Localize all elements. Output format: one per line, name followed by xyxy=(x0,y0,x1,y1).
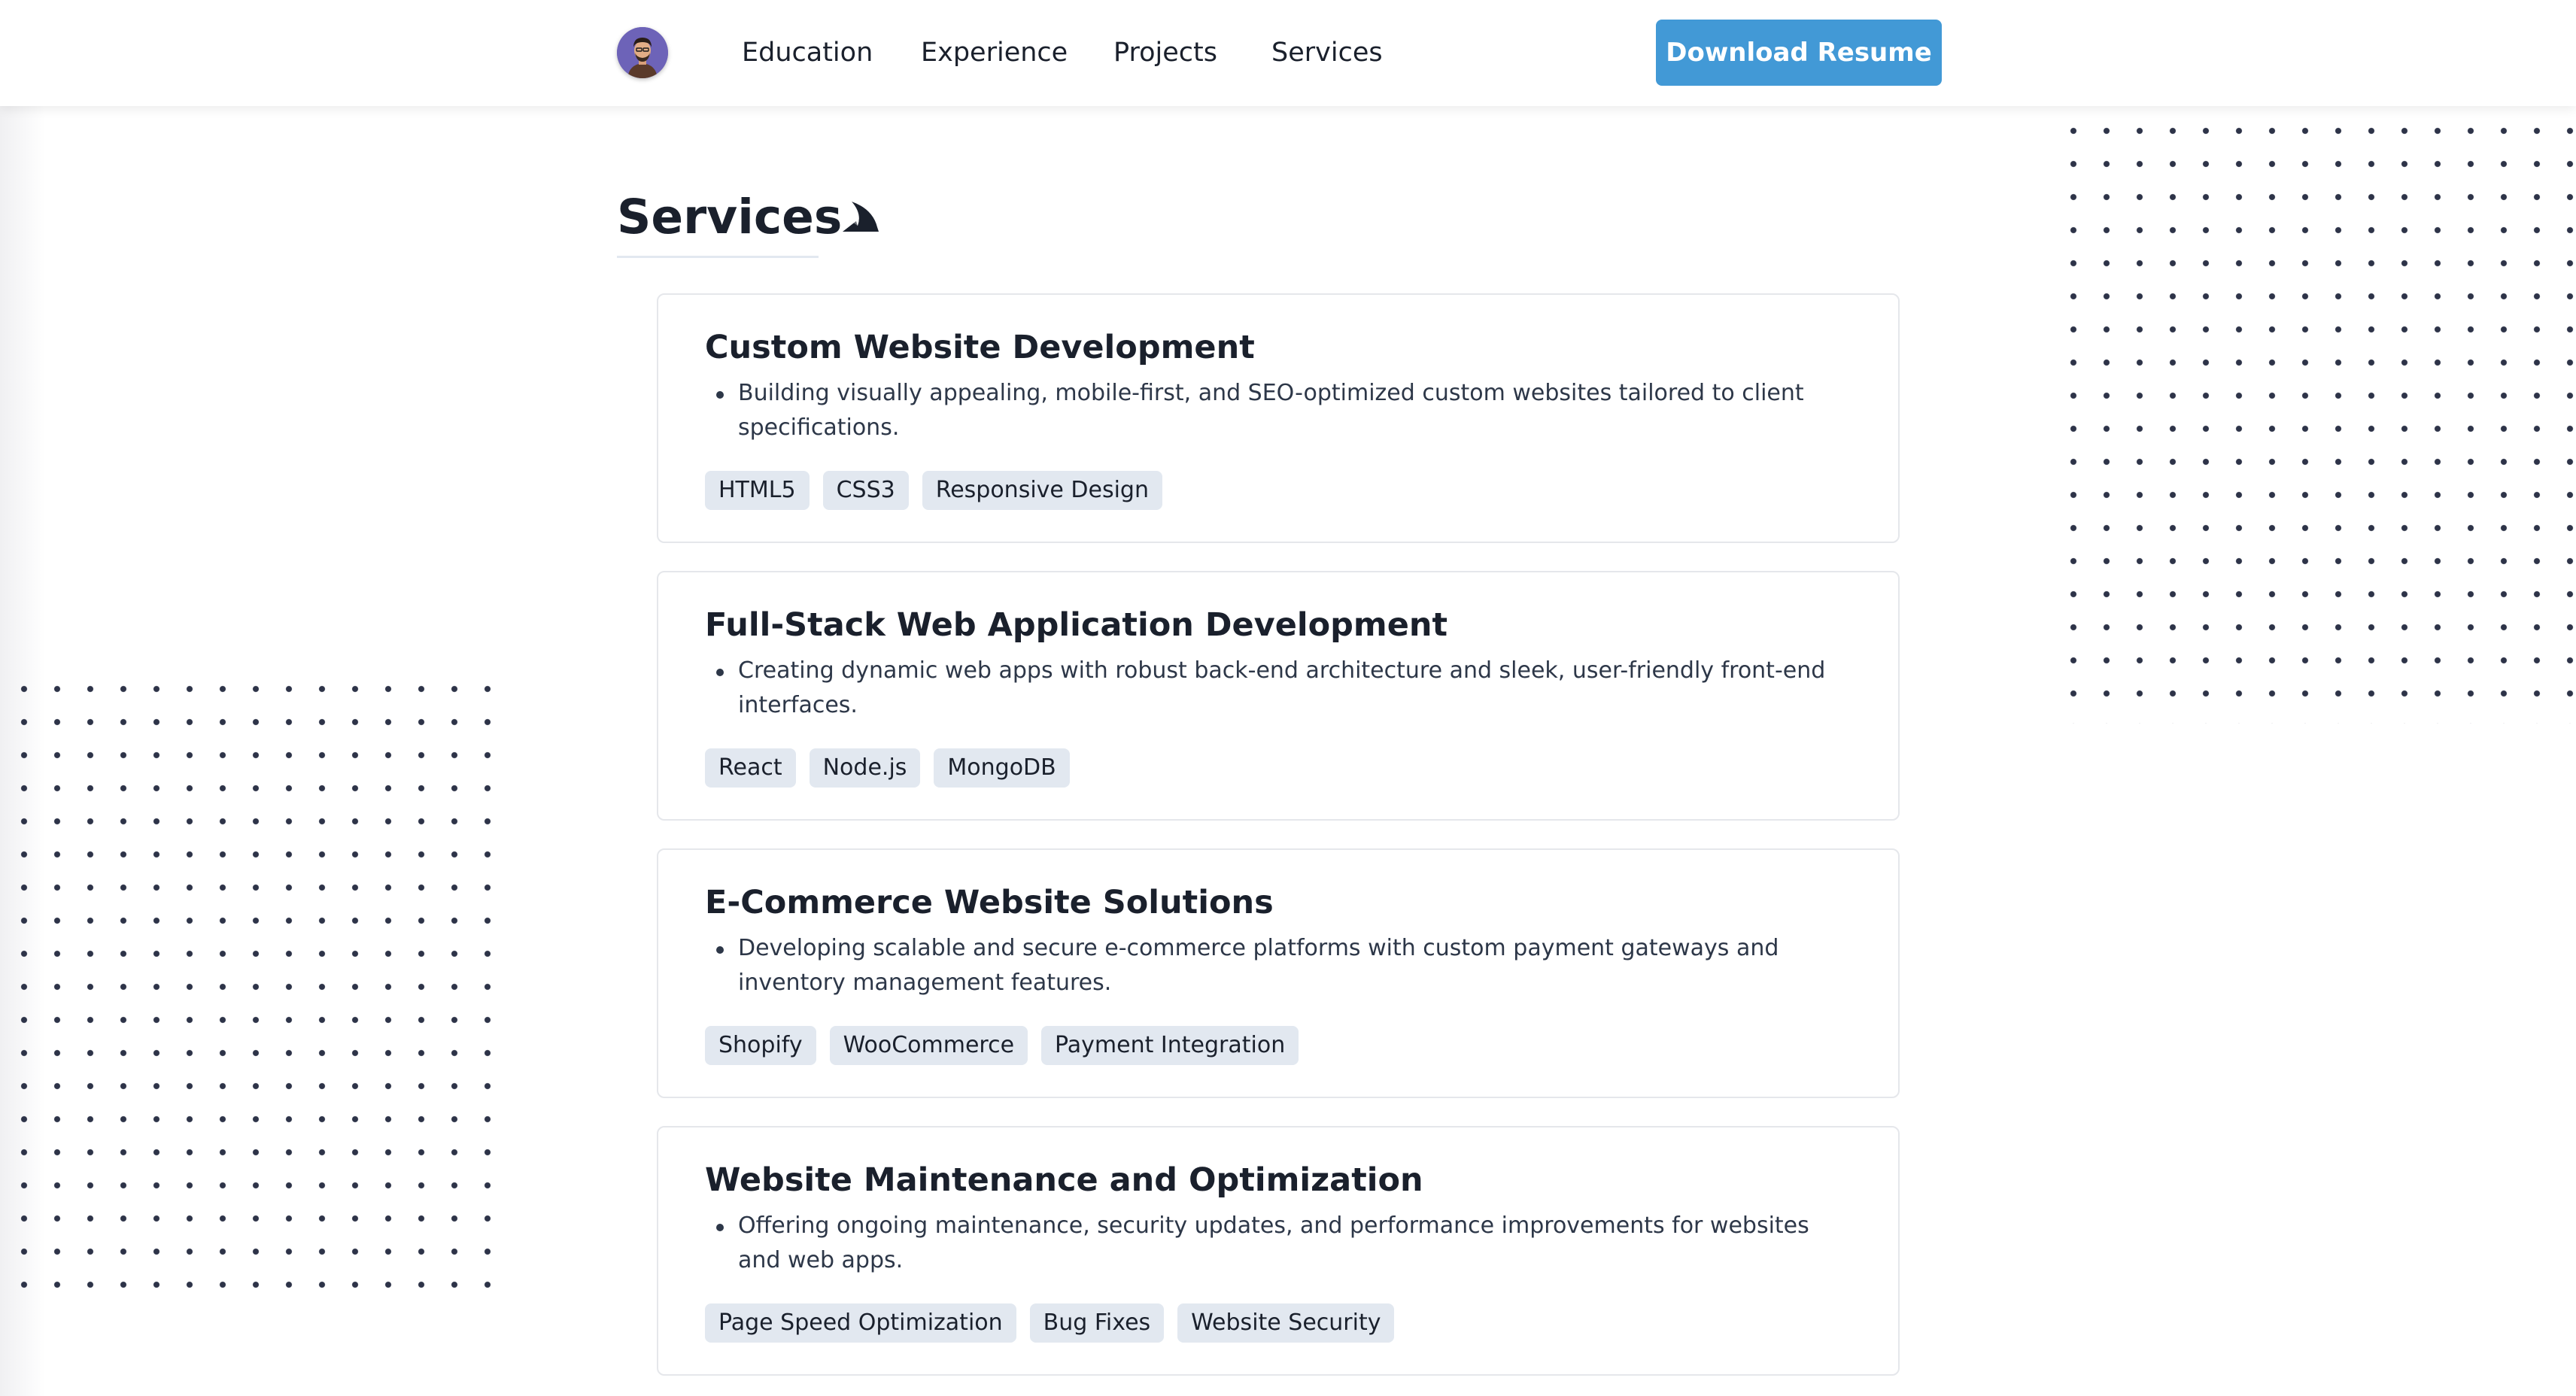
tag: Page Speed Optimization xyxy=(705,1303,1016,1343)
service-description: Developing scalable and secure e-commerc… xyxy=(738,935,1779,996)
service-description: Creating dynamic web apps with robust ba… xyxy=(738,657,1826,718)
tag-list: Page Speed Optimization Bug Fixes Websit… xyxy=(705,1303,1395,1343)
service-title: Custom Website Development xyxy=(705,329,1255,366)
tag: Payment Integration xyxy=(1041,1026,1299,1065)
page-title: Services xyxy=(617,190,843,244)
service-title: E-Commerce Website Solutions xyxy=(705,884,1274,921)
bullet-icon xyxy=(716,391,724,399)
dot-pattern-left xyxy=(0,665,509,1313)
tag: Responsive Design xyxy=(922,471,1162,510)
service-card: Website Maintenance and Optimization Off… xyxy=(657,1126,1900,1376)
service-description: Offering ongoing maintenance, security u… xyxy=(738,1212,1809,1273)
tag: Bug Fixes xyxy=(1029,1303,1165,1343)
developer-avatar-icon xyxy=(617,27,668,78)
service-card: Custom Website Development Building visu… xyxy=(657,293,1900,543)
service-card: E-Commerce Website Solutions Developing … xyxy=(657,848,1900,1098)
tag-list: HTML5 CSS3 Responsive Design xyxy=(705,471,1162,510)
navbar: Education Experience Projects Services D… xyxy=(0,0,2576,106)
service-title: Full-Stack Web Application Development xyxy=(705,606,1448,644)
nav-item-projects[interactable]: Projects xyxy=(1113,35,1217,71)
nav-item-experience[interactable]: Experience xyxy=(921,35,1068,71)
shark-fin-icon xyxy=(843,202,879,232)
title-underline xyxy=(617,256,819,258)
tag-list: React Node.js MongoDB xyxy=(705,748,1070,788)
tag: Shopify xyxy=(705,1026,816,1065)
tag: WooCommerce xyxy=(829,1026,1028,1065)
service-title: Website Maintenance and Optimization xyxy=(705,1161,1423,1199)
tag: HTML5 xyxy=(705,471,810,510)
bullet-icon xyxy=(716,669,724,676)
service-card: Full-Stack Web Application Development C… xyxy=(657,571,1900,821)
bullet-icon xyxy=(716,1224,724,1231)
tag: React xyxy=(705,748,796,788)
download-resume-button[interactable]: Download Resume xyxy=(1656,20,1942,86)
dot-pattern-right xyxy=(2049,107,2576,724)
tag-list: Shopify WooCommerce Payment Integration xyxy=(705,1026,1299,1065)
bullet-icon xyxy=(716,946,724,954)
service-description: Building visually appealing, mobile-firs… xyxy=(738,380,1804,441)
tag: CSS3 xyxy=(822,471,909,510)
nav-item-services[interactable]: Services xyxy=(1271,35,1383,71)
nav-item-education[interactable]: Education xyxy=(742,35,873,71)
tag: Website Security xyxy=(1177,1303,1395,1343)
tag: Node.js xyxy=(809,748,921,788)
avatar[interactable] xyxy=(617,27,668,78)
tag: MongoDB xyxy=(934,748,1070,788)
